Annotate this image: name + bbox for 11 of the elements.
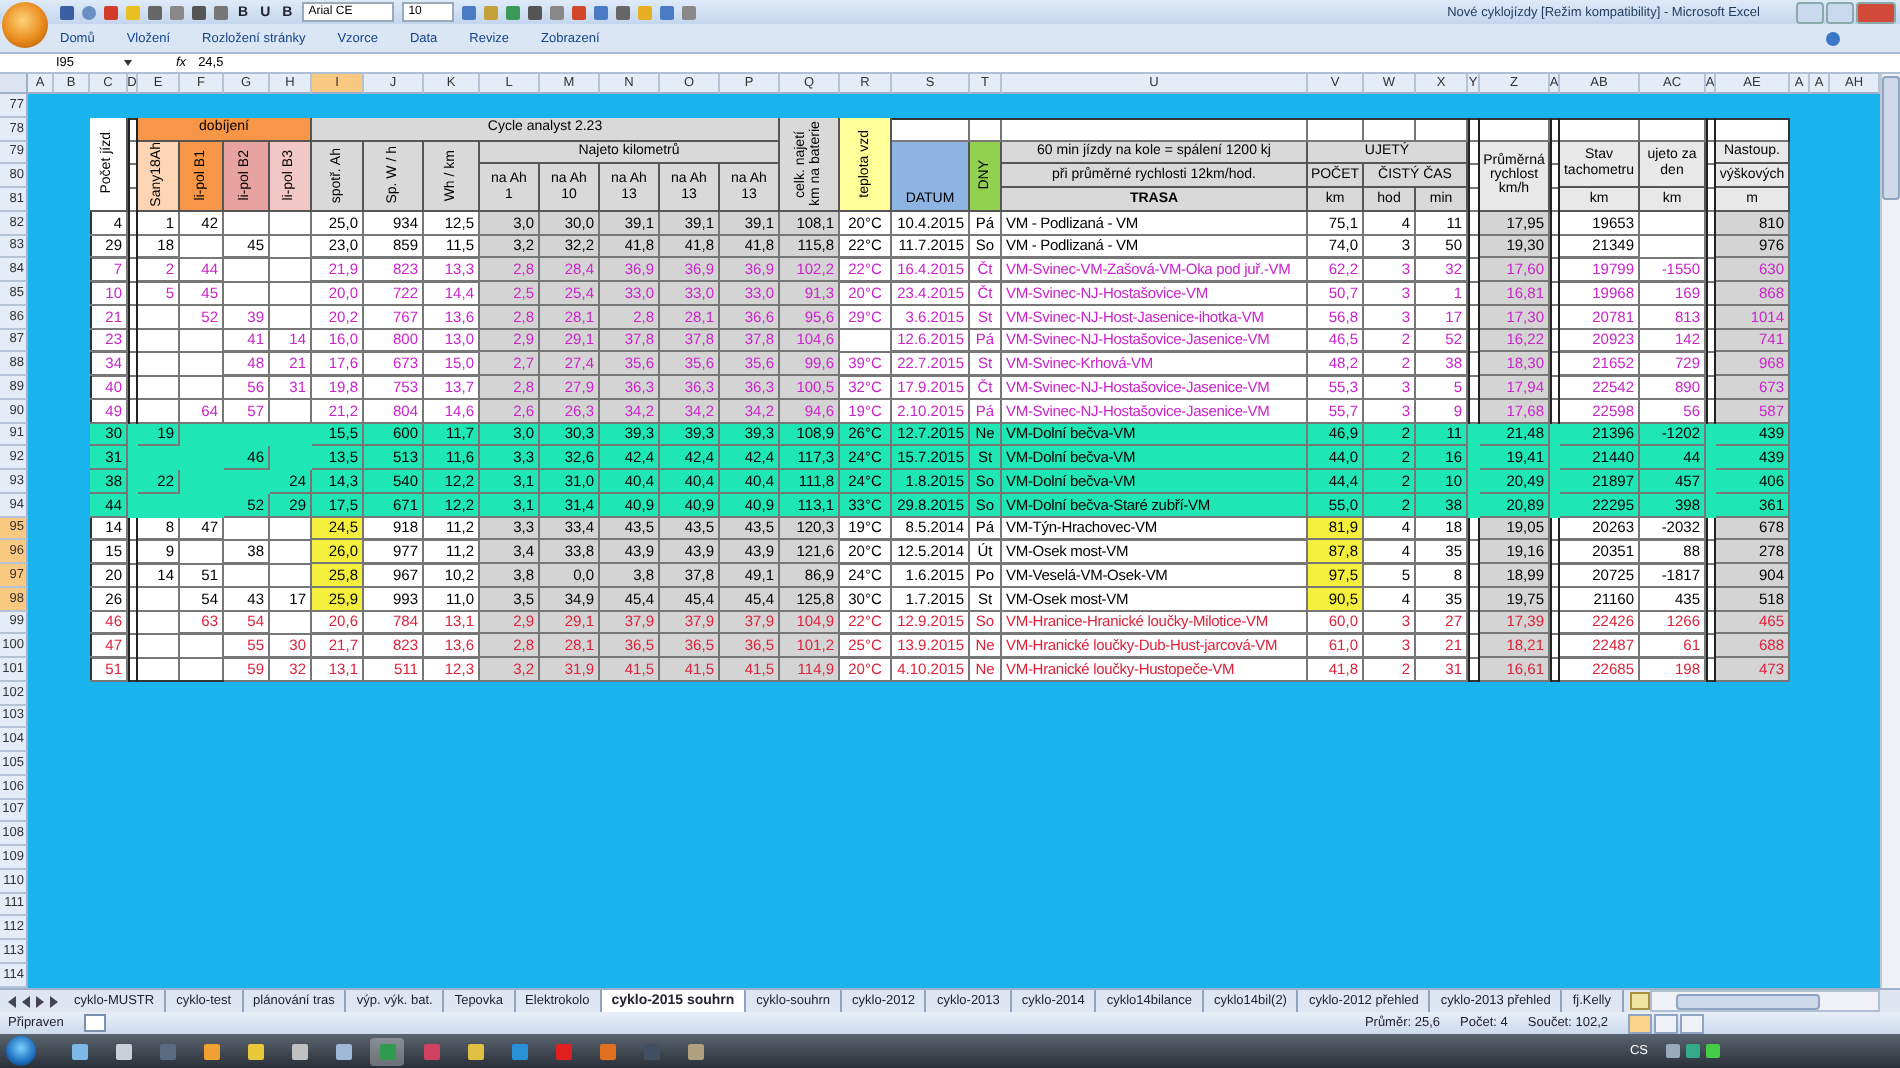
new-sheet-icon[interactable] <box>1629 992 1649 1010</box>
select-all-button[interactable] <box>0 72 28 94</box>
normal-view-button[interactable] <box>1628 1013 1652 1033</box>
page-break-view-button[interactable] <box>1680 1013 1704 1033</box>
maximize-button[interactable] <box>1826 1 1854 23</box>
horizontal-scrollbar[interactable] <box>1649 990 1880 1012</box>
vertical-scrollbar[interactable] <box>1880 72 1900 987</box>
close-button[interactable] <box>1856 1 1896 23</box>
minimize-button[interactable] <box>1796 1 1824 23</box>
start-button[interactable] <box>6 1036 36 1066</box>
page-layout-view-button[interactable] <box>1654 1013 1678 1033</box>
